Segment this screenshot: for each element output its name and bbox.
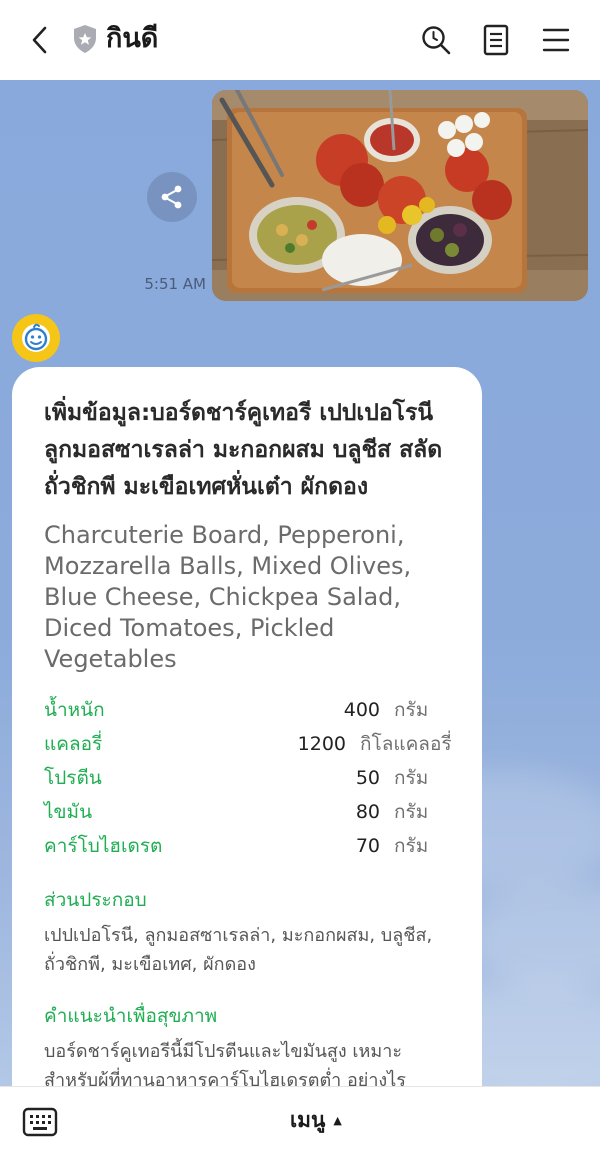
- nutrition-row-weight: น้ำหนัก 400 กรัม: [44, 693, 452, 727]
- card-title: เพิ่มข้อมูล:บอร์ดชาร์คูเทอรี เปปเปอโรนี …: [44, 400, 443, 500]
- bottom-bar: เมนู ▲: [0, 1086, 600, 1151]
- nutrition-label: คาร์โบไฮเดรต: [44, 835, 163, 857]
- chat-title: กินดี: [106, 23, 159, 54]
- ingredients-heading: ส่วนประกอบ: [44, 889, 147, 911]
- ingredients-text: เปปเปอโรนี, ลูกมอสซาเรลล่า, มะกอกผสม, บล…: [44, 925, 433, 975]
- search-button[interactable]: [414, 18, 458, 62]
- share-icon: [161, 185, 182, 209]
- chat-area[interactable]: 5:51 AM เพิ่มข้อมูล:บอร์ดชาร์คูเทอรี เปป…: [0, 80, 600, 1086]
- nutrition-label: น้ำหนัก: [44, 699, 105, 721]
- nutrition-card[interactable]: เพิ่มข้อมูล:บอร์ดชาร์คูเทอรี เปปเปอโรนี …: [12, 367, 482, 1086]
- search-icon: [422, 26, 451, 55]
- nutrition-value: 80: [355, 801, 380, 823]
- nutrition-unit: กรัม: [394, 699, 429, 721]
- nutrition-table: น้ำหนัก 400 กรัม แคลอรี่ 1200 กิโลแคลอรี…: [44, 693, 452, 863]
- rich-menu-toggle[interactable]: เมนู ▲: [290, 1105, 342, 1135]
- nutrition-row-protein: โปรตีน 50 กรัม: [44, 761, 452, 795]
- message-timestamp: 5:51 AM: [144, 275, 206, 293]
- keyboard-icon: [22, 1107, 58, 1137]
- nutrition-value: 70: [355, 835, 380, 857]
- nutrition-row-fat: ไขมัน 80 กรัม: [44, 795, 452, 829]
- nutrition-row-calories: แคลอรี่ 1200 กิโลแคลอรี่: [44, 727, 452, 761]
- nutrition-unit: กรัม: [394, 835, 429, 857]
- bot-logo-icon: [22, 323, 50, 352]
- nutrition-label: โปรตีน: [44, 767, 102, 789]
- caret-up-icon: ▲: [333, 1113, 342, 1127]
- nutrition-value: 50: [355, 767, 380, 789]
- hamburger-icon: [542, 28, 570, 52]
- shield-icon: [74, 25, 96, 53]
- nutrition-unit: กรัม: [394, 767, 429, 789]
- note-icon: [483, 24, 509, 56]
- nutrition-value: 1200: [297, 733, 346, 755]
- nutrition-row-carbohydrate: คาร์โบไฮเดรต 70 กรัม: [44, 829, 452, 863]
- bot-avatar[interactable]: [12, 314, 60, 362]
- back-button[interactable]: [18, 18, 62, 62]
- chat-header: กินดี: [0, 0, 600, 80]
- menu-label: เมนู: [290, 1107, 326, 1132]
- charcuterie-board-image: [212, 90, 588, 301]
- card-english-name: Charcuterie Board, Pepperoni, Mozzarella…: [44, 521, 412, 673]
- health-advice-heading: คำแนะนำเพื่อสุขภาพ: [44, 1005, 218, 1027]
- food-photo[interactable]: [212, 90, 588, 301]
- nutrition-label: แคลอรี่: [44, 733, 103, 755]
- nutrition-unit: กิโลแคลอรี่: [360, 733, 452, 755]
- health-advice-text: บอร์ดชาร์คูเทอรีนี้มีโปรตีนและไขมันสูง เ…: [44, 1041, 406, 1086]
- nutrition-unit: กรัม: [394, 801, 429, 823]
- nutrition-label: ไขมัน: [44, 801, 93, 823]
- keyboard-button[interactable]: [22, 1107, 58, 1137]
- share-button[interactable]: [147, 172, 197, 222]
- nutrition-value: 400: [343, 699, 380, 721]
- menu-button[interactable]: [534, 18, 578, 62]
- notes-button[interactable]: [474, 18, 518, 62]
- chevron-left-icon: [32, 26, 47, 54]
